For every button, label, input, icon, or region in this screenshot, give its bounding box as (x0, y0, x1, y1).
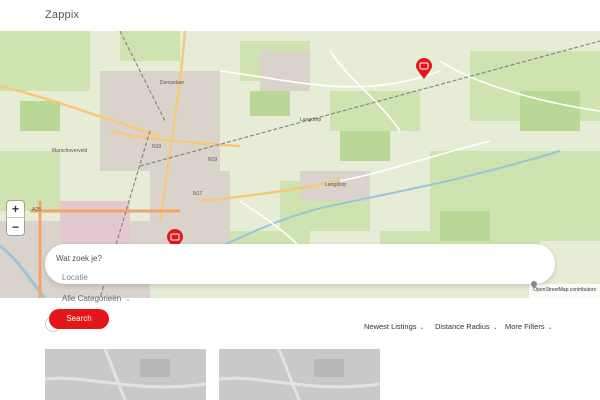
sort-dropdown[interactable]: Newest Listings ⌄ (364, 322, 425, 331)
map-label: A25 (32, 207, 41, 213)
map-label: Dorsselaer (160, 80, 185, 86)
listing-card[interactable] (45, 349, 206, 400)
more-filters-dropdown[interactable]: More Filters ⌄ (505, 322, 553, 331)
map-label: N19 (208, 157, 217, 163)
category-select-value: Alle Categorieën (62, 294, 122, 303)
listing-card-map-thumbnail (219, 349, 380, 400)
zoom-control: + − (7, 201, 24, 235)
location-input[interactable]: Locatie (62, 273, 88, 282)
search-panel (45, 244, 555, 284)
location-pin-icon[interactable] (531, 281, 537, 289)
distance-label: Distance Radius (435, 322, 490, 331)
chevron-down-icon: ⌄ (492, 325, 498, 331)
zoom-out-button[interactable]: − (7, 218, 24, 235)
search-button[interactable]: Search (49, 309, 109, 329)
site-logo[interactable]: Zappix (45, 9, 79, 21)
listing-marker-icon[interactable] (415, 58, 433, 80)
listing-card-map-thumbnail (45, 349, 206, 400)
map-label: Langdorp (300, 117, 321, 123)
map-label: Langdorp (325, 182, 346, 188)
sort-label: Newest Listings (364, 322, 417, 331)
map-attribution[interactable]: OpenStreetMap contributors (529, 284, 600, 298)
chevron-down-icon: ⌄ (547, 325, 553, 331)
chevron-down-icon: ⌄ (419, 325, 425, 331)
map-label: Marschoverveld (52, 148, 88, 154)
more-filters-label: More Filters (505, 322, 545, 331)
header: Zappix (0, 0, 600, 31)
category-select[interactable]: Alle Categorieën ⌄ (62, 294, 131, 303)
map-label: N17 (193, 191, 202, 197)
keyword-input[interactable]: Wat zoek je? (56, 254, 102, 263)
distance-radius-dropdown[interactable]: Distance Radius ⌄ (435, 322, 498, 331)
zoom-in-button[interactable]: + (7, 201, 24, 218)
chevron-down-icon: ⌄ (125, 296, 132, 303)
listing-card[interactable] (219, 349, 380, 400)
map-label: N19 (152, 144, 161, 150)
